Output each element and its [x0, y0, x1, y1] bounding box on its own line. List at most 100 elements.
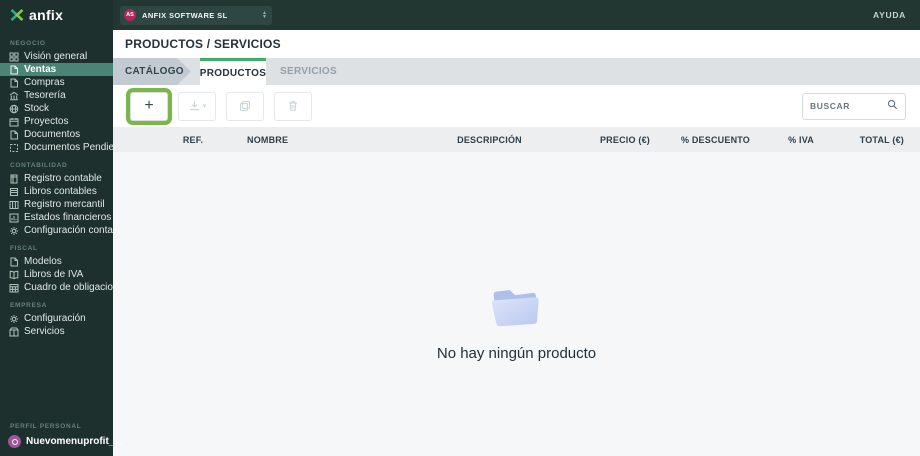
- sidebar-item-stock[interactable]: Stock: [0, 102, 113, 115]
- search-box: [802, 92, 906, 120]
- sidebar-item-compras[interactable]: Compras: [0, 76, 113, 89]
- sidebar-item-libros-contables[interactable]: Libros contables: [0, 185, 113, 198]
- help-link[interactable]: AYUDA: [873, 10, 906, 20]
- sidebar-item-label: Configuración: [24, 313, 86, 324]
- copy-icon: [240, 101, 250, 111]
- section-label-contabilidad: CONTABILIDAD: [10, 162, 68, 169]
- profile-menu[interactable]: Nuevomenuprofit_...: [0, 435, 123, 448]
- sidebar-item-ventas[interactable]: Ventas: [0, 63, 113, 76]
- anfix-logo[interactable]: anfix: [0, 0, 113, 30]
- sidebar-item-label: Proyectos: [24, 116, 69, 127]
- sidebar-item-libros-de-iva[interactable]: Libros de IVA: [0, 268, 113, 281]
- page-title: PRODUCTOS / SERVICIOS: [113, 30, 920, 58]
- bank-icon: [9, 91, 19, 101]
- sidebar-item-vision-general[interactable]: Visión general: [0, 50, 113, 63]
- table-body: No hay ningún producto: [113, 152, 920, 456]
- sidebar-item-label: Registro mercantil: [24, 199, 105, 210]
- selector-arrows-icon: ▲ ▼: [262, 9, 267, 20]
- sidebar-item-label: Visión general: [24, 51, 88, 62]
- books-icon: [9, 187, 19, 197]
- chevron-down-icon: ▾: [202, 103, 207, 110]
- ledger-icon: [9, 174, 19, 184]
- sidebar-item-modelos[interactable]: Modelos: [0, 255, 113, 268]
- column-header-descripcion: DESCRIPCIÓN: [457, 134, 522, 145]
- column-header-precio: PRECIO (€): [599, 134, 650, 145]
- sidebar-item-label: Compras: [24, 77, 65, 88]
- column-header-ref: REF.: [182, 134, 204, 145]
- settings-gear-icon: [9, 314, 19, 324]
- sidebar-item-label: Documentos Pendientes: [24, 142, 113, 153]
- sidebar-item-label: Registro contable: [24, 173, 102, 184]
- anfix-x-icon: [10, 9, 24, 21]
- company-name: ANFIX SOFTWARE SL: [142, 10, 228, 20]
- sidebar-item-configuracion-contable[interactable]: Configuración contable: [0, 224, 113, 237]
- profile-name: Nuevomenuprofit_...: [26, 436, 123, 447]
- sidebar-item-label: Modelos: [24, 256, 62, 267]
- search-icon: [887, 97, 898, 115]
- sidebar-item-documentos[interactable]: Documentos: [0, 128, 113, 141]
- pending-documents-icon: [9, 143, 19, 153]
- sidebar-item-servicios[interactable]: Servicios: [0, 325, 113, 338]
- toolbar: + ▾: [113, 85, 920, 127]
- document-icon: [9, 130, 19, 140]
- section-label-empresa: EMPRESA: [10, 302, 48, 309]
- trash-icon: [289, 101, 297, 111]
- company-selector[interactable]: AS ANFIX SOFTWARE SL ▲ ▼: [120, 5, 272, 25]
- topbar: AS ANFIX SOFTWARE SL ▲ ▼ AYUDA: [113, 0, 920, 30]
- brand-name: anfix: [29, 7, 64, 23]
- empty-state-message: No hay ningún producto: [436, 345, 597, 362]
- column-header-iva: % IVA: [788, 134, 814, 145]
- sidebar-item-label: Libros contables: [24, 186, 97, 197]
- duplicate-button[interactable]: [226, 91, 264, 121]
- sidebar-item-registro-mercantil[interactable]: Registro mercantil: [0, 198, 113, 211]
- search-input[interactable]: [810, 101, 887, 111]
- tab-productos[interactable]: PRODUCTOS: [200, 58, 266, 85]
- sidebar-item-label: Documentos: [24, 129, 81, 140]
- financial-statements-icon: [9, 213, 19, 223]
- delete-button[interactable]: [274, 91, 312, 121]
- overview-icon: [9, 52, 19, 62]
- sidebar-item-label: Cuadro de obligaciones: [24, 282, 113, 293]
- section-label-perfil-personal: PERFIL PERSONAL: [10, 423, 82, 430]
- columns-icon: [9, 200, 19, 210]
- sidebar-item-label: Servicios: [24, 326, 65, 337]
- profile-block: PERFIL PERSONAL Nuevomenuprofit_...: [0, 415, 123, 456]
- open-book-icon: [9, 270, 19, 280]
- sidebar-item-registro-contable[interactable]: Registro contable: [0, 172, 113, 185]
- accounting-settings-gear-icon: [9, 226, 19, 236]
- tab-bar: CATÁLOGO PRODUCTOS SERVICIOS: [113, 58, 920, 85]
- column-header-total: TOTAL (€): [859, 134, 904, 145]
- sidebar-nav: NEGOCIO Visión general Ventas Compras Te…: [0, 30, 113, 415]
- purchases-doc-icon: [9, 78, 19, 88]
- sidebar-item-label: Estados financieros: [24, 212, 112, 223]
- add-product-button[interactable]: +: [130, 91, 168, 121]
- avatar: [8, 435, 21, 448]
- sidebar: anfix NEGOCIO Visión general Ventas Comp…: [0, 0, 123, 456]
- anfix-app: anfix NEGOCIO Visión general Ventas Comp…: [0, 0, 920, 456]
- download-icon: [190, 101, 199, 111]
- sidebar-item-label: Libros de IVA: [24, 269, 84, 280]
- projects-icon: [9, 117, 19, 127]
- sidebar-item-documentos-pendientes[interactable]: Documentos Pendientes: [0, 141, 113, 154]
- sidebar-item-label: Ventas: [24, 64, 57, 75]
- sidebar-item-proyectos[interactable]: Proyectos: [0, 115, 113, 128]
- section-label-fiscal: FISCAL: [10, 245, 38, 252]
- sidebar-item-tesoreria[interactable]: Tesorería: [0, 89, 113, 102]
- sales-doc-icon: [9, 65, 19, 75]
- tab-servicios[interactable]: SERVICIOS: [266, 58, 351, 85]
- section-label-negocio: NEGOCIO: [10, 40, 46, 47]
- column-header-descuento: % DESCUENTO: [680, 134, 750, 145]
- download-button[interactable]: ▾: [178, 91, 216, 121]
- empty-state: No hay ningún producto: [437, 280, 596, 362]
- globe-icon: [9, 104, 19, 114]
- services-box-icon: [9, 327, 19, 337]
- sidebar-item-cuadro-de-obligaciones[interactable]: Cuadro de obligaciones: [0, 281, 113, 294]
- folder-icon: [491, 290, 539, 327]
- sidebar-item-label: Configuración contable: [24, 225, 113, 236]
- column-header-nombre: NOMBRE: [247, 134, 289, 145]
- tab-catalogo[interactable]: CATÁLOGO: [113, 58, 191, 85]
- sidebar-item-configuracion[interactable]: Configuración: [0, 312, 113, 325]
- main-content: PRODUCTOS / SERVICIOS CATÁLOGO PRODUCTOS…: [113, 30, 920, 456]
- sidebar-item-estados-financieros[interactable]: Estados financieros: [0, 211, 113, 224]
- models-doc-icon: [9, 257, 19, 267]
